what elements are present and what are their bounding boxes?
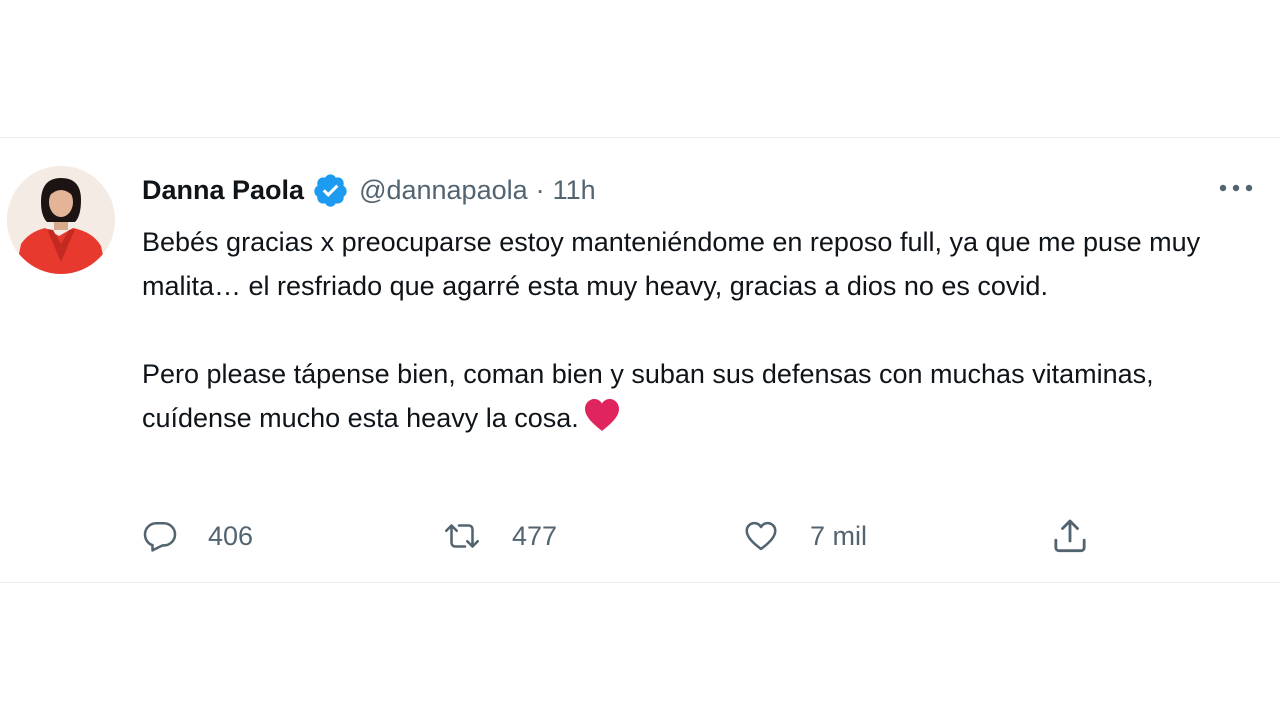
tweet-timestamp[interactable]: 11h (553, 175, 596, 206)
like-button[interactable]: 7 mil (742, 512, 867, 560)
red-heart-emoji-icon (583, 398, 621, 432)
tweet-card[interactable]: Danna Paola @dannapaola · 11h Bebés grac… (0, 137, 1280, 583)
tweet-paragraph: Pero please tápense bien, coman bien y s… (142, 352, 1262, 440)
avatar-image (7, 166, 115, 274)
more-options-icon[interactable] (1216, 176, 1256, 200)
like-icon (742, 518, 780, 554)
tweet-paragraph: Bebés gracias x preocuparse estoy manten… (142, 227, 1201, 301)
retweet-icon (442, 518, 482, 554)
tweet-paragraph-text: Pero please tápense bien, coman bien y s… (142, 359, 1154, 433)
share-button[interactable] (1050, 512, 1090, 560)
like-count: 7 mil (810, 520, 868, 551)
retweet-count: 477 (512, 520, 558, 551)
header-separator: · (535, 174, 545, 205)
reply-icon (142, 518, 178, 554)
tweet-actions: 406 477 7 mil (142, 512, 1102, 560)
reply-count: 406 (208, 520, 254, 551)
tweet-header: Danna Paola @dannapaola · 11h (142, 170, 596, 210)
tweet-text: Bebés gracias x preocuparse estoy manten… (142, 220, 1262, 440)
page: Danna Paola @dannapaola · 11h Bebés grac… (0, 0, 1280, 720)
share-icon (1050, 516, 1090, 556)
author-handle[interactable]: @dannapaola (359, 175, 528, 206)
avatar[interactable] (7, 166, 115, 274)
verified-badge-icon (312, 172, 349, 209)
reply-button[interactable]: 406 (142, 512, 253, 560)
retweet-button[interactable]: 477 (442, 512, 557, 560)
author-display-name[interactable]: Danna Paola (142, 175, 304, 206)
